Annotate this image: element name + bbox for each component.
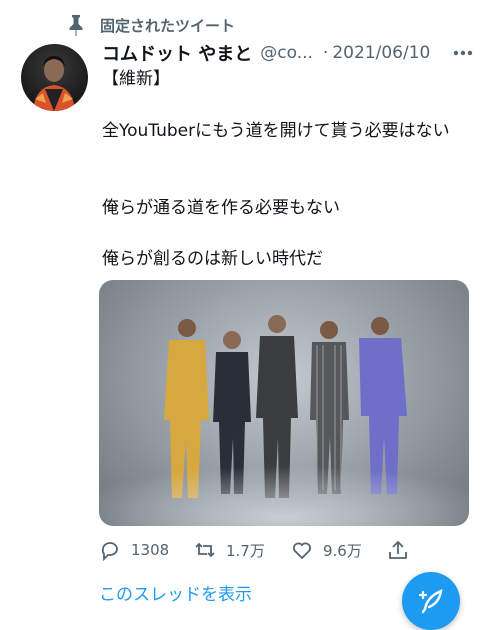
pinned-indicator: 固定されたツイート [66,14,235,36]
heart-icon [293,542,311,560]
tweet-line-1: 全YouTuberにもう道を開けて貰う必要はない [102,121,450,141]
share-icon [389,540,407,559]
reply-button[interactable]: 1308 [99,536,169,564]
tweet-photo[interactable] [99,280,469,526]
more-icon[interactable] [452,42,474,64]
retweet-icon [195,542,215,558]
tweet-header: コムドット やまと @co... · 2021/06/10 [102,40,474,66]
group-photo-image [99,315,469,526]
avatar[interactable] [21,44,88,111]
tweet-date[interactable]: 2021/06/10 [332,43,430,63]
retweet-count: 1.7万 [226,541,265,560]
show-thread-link[interactable]: このスレッドを表示 [99,580,252,605]
handle[interactable]: @co... [260,43,313,63]
compose-tweet-button[interactable] [402,572,460,630]
display-name[interactable]: コムドット やまと [102,40,252,66]
like-count: 9.6万 [323,541,362,560]
pin-icon [69,15,83,36]
like-button[interactable]: 9.6万 [291,536,362,564]
tweet-line-3: 俺らが創るのは新しい時代だ [102,249,323,269]
retweet-button[interactable]: 1.7万 [194,536,265,564]
tweet-body: 【維新】 全YouTuberにもう道を開けて貰う必要はない 俺らが通る道を作る必… [102,66,472,269]
share-button[interactable] [387,536,409,564]
tweet-line-2: 俺らが通る道を作る必要もない [102,198,340,218]
tweet-actions: 1308 1.7万 9.6万 [99,536,429,564]
compose-icon [418,589,443,614]
reply-count: 1308 [131,541,170,559]
pinned-label: 固定されたツイート [100,16,236,35]
avatar-image [33,56,75,111]
reply-icon [101,542,118,561]
tweet-tag: 【維新】 [102,69,170,89]
separator-dot: · [322,43,329,63]
